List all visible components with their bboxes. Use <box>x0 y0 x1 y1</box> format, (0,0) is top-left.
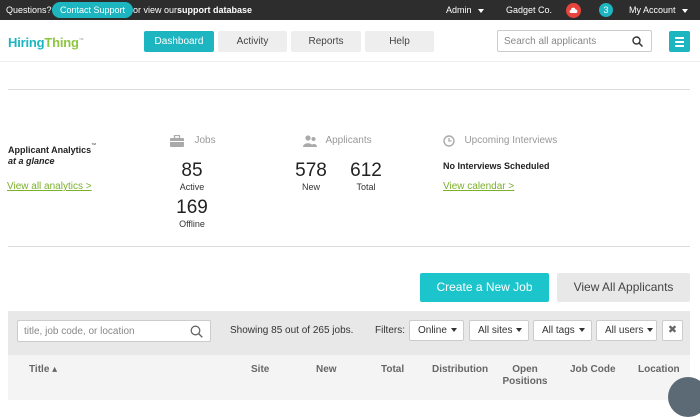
column-open-positions-line1: Open <box>512 364 538 375</box>
view-all-analytics-link[interactable]: View all analytics > <box>7 181 92 192</box>
tags-dropdown[interactable]: All tags <box>533 320 592 341</box>
jobs-header: Jobs <box>170 132 216 150</box>
applicants-new-value: 578 <box>295 160 327 181</box>
top-bar: Questions? Contact Support or view our s… <box>0 0 700 20</box>
jobs-active-value: 85 <box>181 160 203 181</box>
search-icon <box>632 36 643 47</box>
tab-dashboard[interactable]: Dashboard <box>144 31 214 52</box>
analytics-subtitle: at a glance <box>8 156 55 166</box>
cloud-alert-icon[interactable] <box>566 3 581 18</box>
column-site[interactable]: Site <box>251 364 269 375</box>
logo-part-2: Thing <box>44 35 79 50</box>
tab-reports[interactable]: Reports <box>291 31 361 52</box>
applicants-header: Applicants <box>303 132 372 150</box>
hamburger-menu-button[interactable] <box>669 31 690 52</box>
users-dropdown[interactable]: All users <box>596 320 657 341</box>
jobs-offline-value: 169 <box>176 197 208 218</box>
filters-label: Filters: <box>375 325 405 336</box>
admin-menu[interactable]: Admin <box>446 5 484 15</box>
column-job-code[interactable]: Job Code <box>570 364 616 375</box>
applicants-total-value: 612 <box>350 160 382 181</box>
search-icon <box>190 325 203 338</box>
main-header: HiringThing™ Dashboard Activity Reports … <box>0 20 700 62</box>
contact-support-button[interactable]: Contact Support <box>52 2 134 18</box>
filter-bar: title, job code, or location Showing 85 … <box>8 311 690 355</box>
my-account-menu[interactable]: My Account <box>629 5 688 15</box>
table-header: Title ▴ Site New Total Distribution Open… <box>8 355 690 400</box>
chevron-down-icon <box>516 328 523 333</box>
job-search-placeholder: title, job code, or location <box>24 326 135 337</box>
chat-widget-button[interactable] <box>668 377 700 417</box>
interviews-label: Upcoming Interviews <box>464 135 558 147</box>
status-dropdown-value: Online <box>418 325 447 336</box>
search-input[interactable]: Search all applicants <box>497 30 652 52</box>
admin-label: Admin <box>446 5 472 15</box>
search-placeholder: Search all applicants <box>504 36 597 47</box>
my-account-label: My Account <box>629 5 676 15</box>
briefcase-icon <box>170 134 184 147</box>
tags-dropdown-value: All tags <box>542 325 575 336</box>
questions-text: Questions? <box>6 5 52 15</box>
jobs-active-stat: 85 Active <box>162 160 222 192</box>
divider <box>8 246 690 247</box>
view-calendar-link[interactable]: View calendar > <box>443 181 514 192</box>
showing-count: Showing 85 out of 265 jobs. <box>230 325 354 336</box>
jobs-offline-stat: 169 Offline <box>162 197 222 229</box>
notification-badge[interactable]: 3 <box>599 3 613 17</box>
chevron-down-icon <box>477 8 484 13</box>
logo-part-1: Hiring <box>8 35 45 50</box>
job-search-input[interactable]: title, job code, or location <box>17 320 211 342</box>
divider <box>8 89 690 90</box>
applicants-new-stat: 578 New <box>281 160 341 192</box>
clear-filters-button[interactable]: ✖ <box>662 320 683 341</box>
tab-activity[interactable]: Activity <box>218 31 287 52</box>
logo[interactable]: HiringThing™ <box>8 35 84 50</box>
view-all-applicants-button[interactable]: View All Applicants <box>557 273 690 302</box>
or-view-text: or view our <box>133 5 178 15</box>
chevron-down-icon <box>450 328 457 333</box>
column-total[interactable]: Total <box>381 364 404 375</box>
applicants-new-label: New <box>301 182 320 192</box>
sites-dropdown[interactable]: All sites <box>469 320 529 341</box>
column-location[interactable]: Location <box>638 364 680 375</box>
interviews-status: No Interviews Scheduled <box>443 161 550 171</box>
create-new-job-button[interactable]: Create a New Job <box>420 273 549 302</box>
sites-dropdown-value: All sites <box>478 325 513 336</box>
applicants-label: Applicants <box>325 135 372 147</box>
close-icon: ✖ <box>667 324 678 336</box>
jobs-label: Jobs <box>194 135 216 147</box>
chevron-down-icon <box>681 8 688 13</box>
chevron-down-icon <box>647 328 654 333</box>
jobs-active-label: Active <box>179 182 205 192</box>
tab-help[interactable]: Help <box>365 31 434 52</box>
column-title[interactable]: Title ▴ <box>29 364 57 375</box>
column-open-positions-line2: Positions <box>502 376 548 387</box>
jobs-offline-label: Offline <box>179 219 205 229</box>
applicants-total-stat: 612 Total <box>336 160 396 192</box>
applicants-total-label: Total <box>356 182 376 192</box>
interviews-header: Upcoming Interviews <box>443 132 557 150</box>
column-distribution[interactable]: Distribution <box>432 364 488 375</box>
column-open-positions[interactable]: Open Positions <box>500 364 550 388</box>
status-dropdown[interactable]: Online <box>409 320 464 341</box>
clock-icon <box>443 135 455 147</box>
users-icon <box>303 135 317 147</box>
column-new[interactable]: New <box>316 364 337 375</box>
chevron-down-icon <box>578 328 585 333</box>
company-name[interactable]: Gadget Co. <box>506 5 552 15</box>
logo-tm: ™ <box>78 37 84 44</box>
support-database-link[interactable]: support database <box>177 5 252 15</box>
users-dropdown-value: All users <box>605 325 644 336</box>
